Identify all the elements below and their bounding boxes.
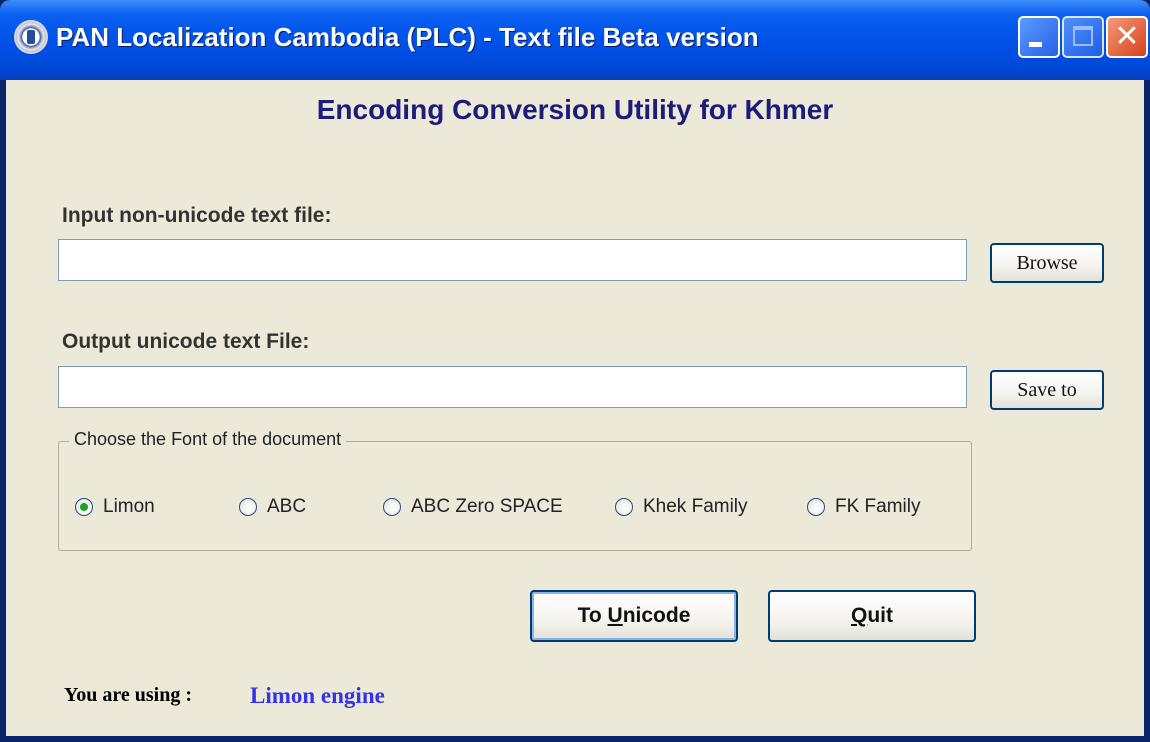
page-title: Encoding Conversion Utility for Khmer bbox=[316, 94, 834, 125]
quit-button[interactable]: Quit bbox=[768, 590, 976, 642]
quit-mnemonic: Q bbox=[851, 604, 868, 627]
radio-fk-family-label[interactable]: FK Family bbox=[835, 496, 921, 518]
browse-button[interactable]: Browse bbox=[990, 243, 1104, 283]
radio-abc-indicator[interactable] bbox=[239, 498, 257, 516]
dialog-body: Encoding Conversion Utility for Khmer In… bbox=[6, 80, 1144, 736]
output-file-field[interactable] bbox=[58, 366, 967, 408]
radio-abc-zero-space[interactable]: ABC Zero SPACE bbox=[383, 496, 563, 518]
close-button[interactable]: ✕ bbox=[1106, 16, 1148, 58]
minimize-icon bbox=[1029, 42, 1042, 47]
plc-logo-icon[interactable] bbox=[14, 20, 48, 54]
engine-status-label: You are using : bbox=[64, 684, 192, 706]
window-title: PAN Localization Cambodia (PLC) - Text f… bbox=[56, 22, 759, 52]
radio-abc-label[interactable]: ABC bbox=[267, 496, 306, 518]
engine-status-value: Limon engine bbox=[250, 683, 385, 708]
to-unicode-rest: nicode bbox=[622, 604, 691, 627]
maximize-icon bbox=[1073, 26, 1093, 46]
radio-fk-family-indicator[interactable] bbox=[807, 498, 825, 516]
radio-limon-label[interactable]: Limon bbox=[103, 496, 155, 518]
quit-rest: uit bbox=[867, 604, 893, 627]
to-unicode-prefix: To bbox=[577, 604, 608, 627]
radio-abc-zero-space-label[interactable]: ABC Zero SPACE bbox=[411, 496, 563, 518]
save-to-button-label: Save to bbox=[1017, 378, 1077, 401]
input-file-label: Input non-unicode text file: bbox=[62, 204, 332, 227]
radio-khek-family[interactable]: Khek Family bbox=[615, 496, 748, 518]
app-window: PAN Localization Cambodia (PLC) - Text f… bbox=[0, 0, 1150, 742]
to-unicode-mnemonic: U bbox=[607, 604, 623, 627]
title-bar[interactable]: PAN Localization Cambodia (PLC) - Text f… bbox=[0, 0, 1150, 80]
output-file-label: Output unicode text File: bbox=[62, 330, 310, 353]
radio-abc[interactable]: ABC bbox=[239, 496, 306, 518]
radio-khek-family-label[interactable]: Khek Family bbox=[643, 496, 748, 518]
save-to-button[interactable]: Save to bbox=[990, 370, 1104, 410]
font-group-label: Choose the Font of the document bbox=[69, 429, 347, 450]
radio-abc-zero-space-indicator[interactable] bbox=[383, 498, 401, 516]
radio-limon-indicator[interactable] bbox=[75, 498, 93, 516]
radio-khek-family-indicator[interactable] bbox=[615, 498, 633, 516]
minimize-button[interactable] bbox=[1018, 16, 1060, 58]
font-group-box: Choose the Font of the document Limon AB… bbox=[58, 429, 972, 551]
maximize-button[interactable] bbox=[1062, 16, 1104, 58]
browse-button-label: Browse bbox=[1016, 251, 1078, 274]
radio-limon[interactable]: Limon bbox=[75, 496, 155, 518]
close-icon: ✕ bbox=[1114, 19, 1140, 54]
input-file-field[interactable] bbox=[58, 239, 967, 281]
to-unicode-button[interactable]: To Unicode bbox=[530, 590, 738, 642]
radio-fk-family[interactable]: FK Family bbox=[807, 496, 921, 518]
